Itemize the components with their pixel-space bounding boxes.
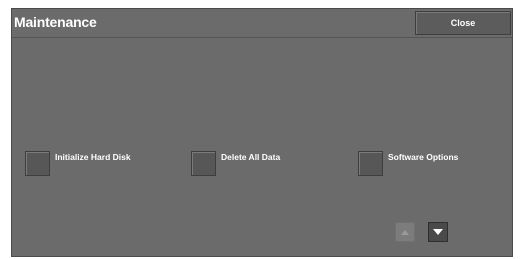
initialize-hard-disk-option[interactable]: Initialize Hard Disk [25, 151, 131, 176]
software-options-label: Software Options [388, 152, 459, 162]
scroll-down-button[interactable] [428, 222, 448, 242]
initialize-hard-disk-button[interactable] [25, 151, 50, 176]
software-options-option[interactable]: Software Options [358, 151, 458, 176]
initialize-hard-disk-label: Initialize Hard Disk [55, 152, 131, 162]
triangle-down-icon [433, 229, 443, 235]
triangle-up-icon [401, 229, 409, 235]
delete-all-data-option[interactable]: Delete All Data [191, 151, 280, 176]
close-button[interactable]: Close [415, 11, 511, 35]
software-options-button[interactable] [358, 151, 383, 176]
delete-all-data-label: Delete All Data [221, 152, 281, 162]
title-divider [12, 37, 512, 38]
dialog-title: Maintenance [14, 14, 97, 30]
scroll-up-button[interactable] [395, 222, 415, 242]
maintenance-dialog: Maintenance Close Initialize Hard Disk D… [11, 8, 513, 257]
delete-all-data-button[interactable] [191, 151, 216, 176]
